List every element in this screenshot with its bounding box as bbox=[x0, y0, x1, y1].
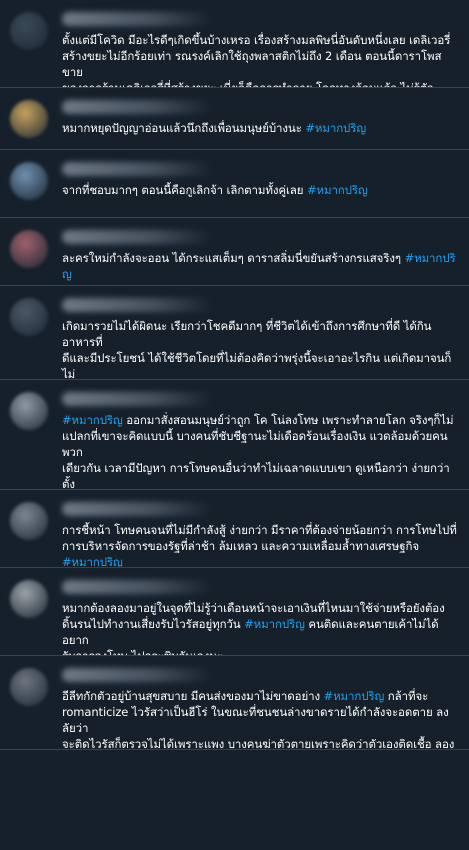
author-name-blurred[interactable] bbox=[62, 392, 212, 406]
author-name-blurred[interactable] bbox=[62, 100, 212, 114]
hashtag-link[interactable]: #หมากปริญ bbox=[324, 689, 385, 703]
tweet[interactable]: การชี้หน้า โทษคนจนที่ไม่มีกำลังสู้ ง่ายก… bbox=[0, 490, 469, 568]
tweet-text: อีลีทกักตัวอยู่บ้านสุขสบาย มีคนส่งของมาไ… bbox=[62, 689, 455, 750]
hashtag-link[interactable]: #หมากปริญ bbox=[307, 183, 368, 197]
tweet-text: ตั้งแต่มีโควิด มีอะไรดีๆเกิดขึ้นบ้างเหรอ… bbox=[62, 33, 451, 88]
author-name-blurred[interactable] bbox=[62, 502, 212, 516]
tweet[interactable]: ตั้งแต่มีโควิด มีอะไรดีๆเกิดขึ้นบ้างเหรอ… bbox=[0, 0, 469, 88]
tweet-text: จากที่ชอบมากๆ ตอนนี้คือกูเลิกจ้า เลิกตาม… bbox=[62, 183, 368, 197]
avatar[interactable] bbox=[10, 162, 48, 200]
tweet-text: #หมากปริญ ออกมาสั่งสอนมนุษย์ว่าถูก โค โน… bbox=[62, 413, 454, 490]
tweet[interactable]: หมากต้องลองมาอยู่ในจุดที่ไม่รู้ว่าเดือนห… bbox=[0, 568, 469, 656]
tweet-text: หมากต้องลองมาอยู่ในจุดที่ไม่รู้ว่าเดือนห… bbox=[62, 601, 445, 656]
hashtag-link[interactable]: #หมากปริญ bbox=[62, 555, 123, 567]
tweet[interactable]: เกิดมารวยไม่ได้ผิดนะ เรียกว่าโชคดีมากๆ ท… bbox=[0, 286, 469, 380]
avatar[interactable] bbox=[10, 668, 48, 706]
tweet-text: ละครใหม่กำลังจะออน ได้กระแสเต็มๆ ดาราสลิ… bbox=[62, 251, 456, 281]
tweet[interactable]: อีลีทกักตัวอยู่บ้านสุขสบาย มีคนส่งของมาไ… bbox=[0, 656, 469, 750]
hashtag-link[interactable]: #หมากปริญ bbox=[62, 413, 123, 427]
hashtag-link[interactable]: #หมากปริญ bbox=[62, 251, 456, 281]
hashtag-link[interactable]: #หมากปริญ bbox=[244, 617, 305, 631]
tweet[interactable]: ละครใหม่กำลังจะออน ได้กระแสเต็มๆ ดาราสลิ… bbox=[0, 218, 469, 286]
tweet[interactable]: จากที่ชอบมากๆ ตอนนี้คือกูเลิกจ้า เลิกตาม… bbox=[0, 150, 469, 218]
author-name-blurred[interactable] bbox=[62, 668, 212, 682]
author-name-blurred[interactable] bbox=[62, 12, 212, 26]
avatar[interactable] bbox=[10, 100, 48, 138]
tweet[interactable]: หมากหยุดปัญญาอ่อนแล้วนึกถึงเพื่อนมนุษย์บ… bbox=[0, 88, 469, 150]
author-name-blurred[interactable] bbox=[62, 162, 212, 176]
hashtag-link[interactable]: #หมากปริญ bbox=[305, 121, 366, 135]
avatar[interactable] bbox=[10, 230, 48, 268]
tweet[interactable]: #หมากปริญ ออกมาสั่งสอนมนุษย์ว่าถูก โค โน… bbox=[0, 380, 469, 490]
avatar[interactable] bbox=[10, 392, 48, 430]
author-name-blurred[interactable] bbox=[62, 230, 212, 244]
tweet-text: หมากหยุดปัญญาอ่อนแล้วนึกถึงเพื่อนมนุษย์บ… bbox=[62, 121, 367, 135]
author-name-blurred[interactable] bbox=[62, 580, 212, 594]
tweet-text: เกิดมารวยไม่ได้ผิดนะ เรียกว่าโชคดีมากๆ ท… bbox=[62, 319, 452, 380]
tweet-feed: ตั้งแต่มีโควิด มีอะไรดีๆเกิดขึ้นบ้างเหรอ… bbox=[0, 0, 469, 850]
avatar[interactable] bbox=[10, 12, 48, 50]
avatar[interactable] bbox=[10, 298, 48, 336]
author-name-blurred[interactable] bbox=[62, 298, 212, 312]
avatar[interactable] bbox=[10, 580, 48, 618]
avatar[interactable] bbox=[10, 502, 48, 540]
tweet-text: การชี้หน้า โทษคนจนที่ไม่มีกำลังสู้ ง่ายก… bbox=[62, 523, 457, 568]
